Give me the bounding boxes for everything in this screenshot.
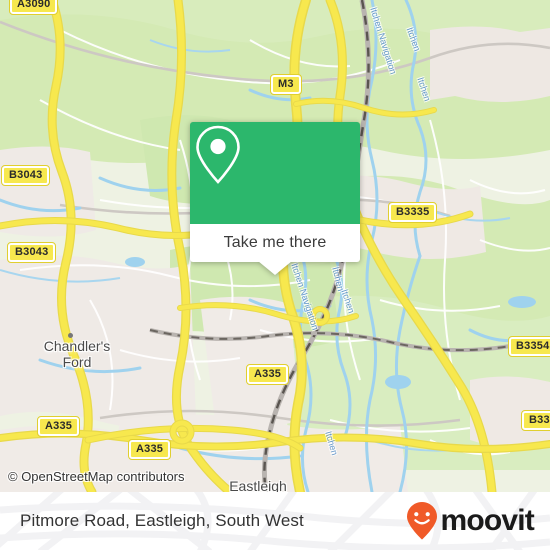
callout-pointer <box>258 261 292 275</box>
road-shield-m3[interactable]: M3 <box>270 74 302 95</box>
place-label-chandlers-ford: Chandler's Ford <box>43 338 111 370</box>
bottom-info-bar: Pitmore Road, Eastleigh, South West moov… <box>0 492 550 550</box>
osm-attribution[interactable]: © OpenStreetMap contributors <box>8 469 185 484</box>
take-me-there-label: Take me there <box>223 234 327 251</box>
road-shield-a335-south[interactable]: A335 <box>127 439 172 460</box>
moovit-location-screenshot: Chandler's Ford Eastleigh Itchen Navigati… <box>0 0 550 550</box>
moovit-brand[interactable]: moovit <box>405 501 535 541</box>
road-shield-b3043-north[interactable]: B3043 <box>0 165 51 186</box>
road-shield-b3335[interactable]: B3335 <box>387 202 438 223</box>
moovit-smiley-pin-icon <box>407 502 438 540</box>
moovit-wordmark: moovit <box>440 504 534 537</box>
road-shield-a3090[interactable]: A3090 <box>8 0 59 15</box>
road-shield-b3043-south[interactable]: B3043 <box>6 242 57 263</box>
place-title: Pitmore Road, Eastleigh, South West <box>20 511 304 530</box>
place-label-eastleigh: Eastleigh <box>229 478 287 492</box>
map-canvas[interactable]: Chandler's Ford Eastleigh Itchen Navigati… <box>0 0 550 492</box>
callout-action-area[interactable]: Take me there <box>190 224 360 275</box>
callout-icon-area <box>190 122 360 224</box>
road-shield-a335-west[interactable]: A335 <box>36 416 81 437</box>
road-shield-b335-edge[interactable]: B335 <box>520 410 550 431</box>
location-callout-card[interactable]: Take me there <box>190 122 360 275</box>
map-pin-icon <box>196 125 240 184</box>
road-shield-a335-center[interactable]: A335 <box>245 364 290 385</box>
road-shield-b3354[interactable]: B3354 <box>507 336 550 357</box>
